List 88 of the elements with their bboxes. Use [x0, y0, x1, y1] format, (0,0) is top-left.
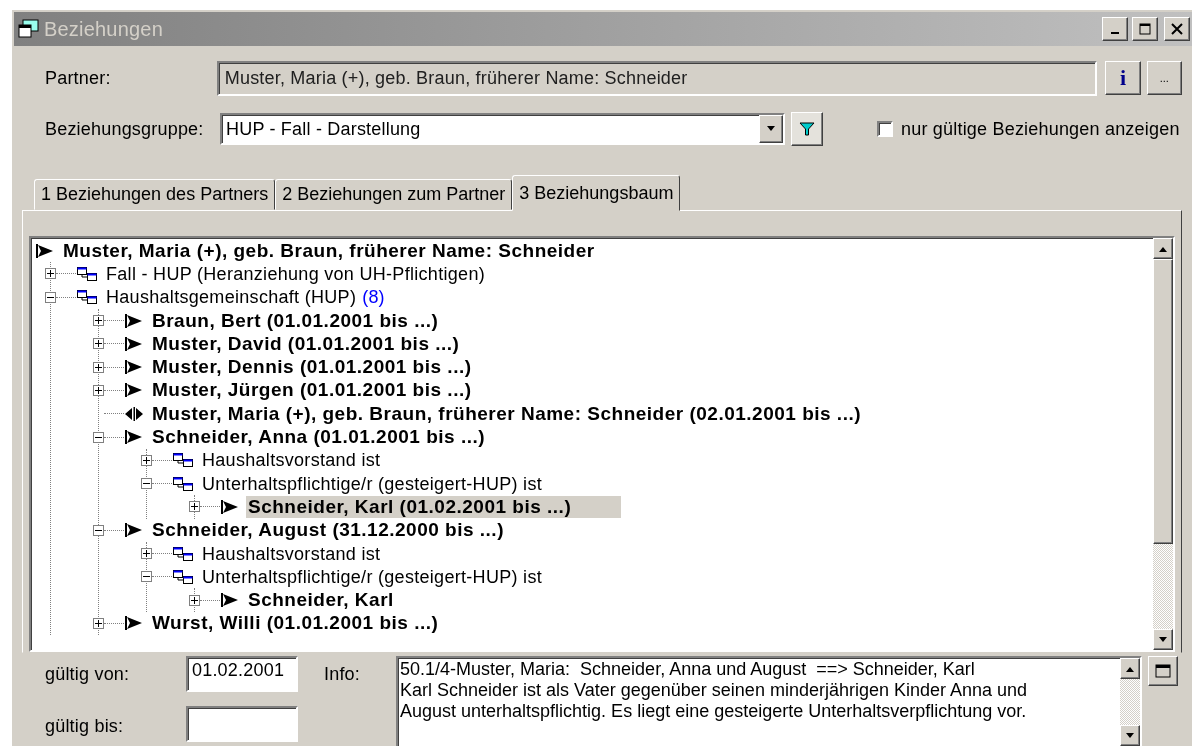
- tab[interactable]: 2 Beziehungen zum Partner: [275, 179, 513, 210]
- dropdown-button[interactable]: [759, 115, 783, 143]
- linked-boxes-icon: [172, 475, 194, 492]
- close-icon: [1171, 23, 1183, 35]
- up-arrow-icon: [1158, 245, 1168, 252]
- tree-item[interactable]: Schneider, Anna (01.01.2001 bis ...): [150, 426, 488, 448]
- maximize-button[interactable]: [1132, 17, 1158, 41]
- expand-toggle[interactable]: [189, 594, 200, 606]
- up-arrow-icon: [1125, 665, 1135, 672]
- valid-to-field[interactable]: [186, 706, 298, 742]
- tree-item[interactable]: Muster, David (01.01.2001 bis ...): [150, 332, 462, 355]
- tree-item[interactable]: Muster, Dennis (01.01.2001 bis ...): [150, 356, 474, 379]
- linked-boxes-icon: [76, 265, 98, 282]
- expand-window-button[interactable]: [1148, 656, 1178, 686]
- tree-item[interactable]: Unterhaltspflichtige/r (gesteigert-HUP) ist: [200, 472, 544, 495]
- linked-boxes-icon: [172, 568, 194, 585]
- tree-item[interactable]: Muster, Maria (+), geb. Braun, früherer Name: Schneider (02.01.2001 bis ...): [150, 402, 864, 425]
- scrollbar[interactable]: [1153, 238, 1173, 650]
- tab[interactable]: 1 Beziehungen des Partners: [34, 179, 276, 210]
- expand-toggle[interactable]: [93, 384, 104, 396]
- minimize-button[interactable]: [1102, 17, 1128, 41]
- checkbox-label: nur gültige Beziehungen anzeigen: [901, 118, 1180, 140]
- checkbox[interactable]: [877, 121, 893, 137]
- flag-icon: [124, 382, 144, 399]
- down-arrow-icon: [766, 126, 776, 132]
- down-arrow-icon: [1158, 636, 1168, 643]
- tree-item[interactable]: Haushaltsgemeinschaft (HUP): [104, 286, 359, 309]
- collapse-toggle[interactable]: [93, 431, 104, 443]
- expand-toggle[interactable]: [93, 361, 104, 373]
- tree-item[interactable]: Haushaltsvorstand ist: [200, 542, 383, 565]
- info-label: Info:: [323, 663, 362, 685]
- flag-icon: [124, 359, 144, 376]
- partner-field: Muster, Maria (+), geb. Braun, früherer Name: Schneider: [216, 60, 1098, 96]
- tree-item[interactable]: Schneider, Karl: [246, 589, 396, 612]
- collapse-toggle[interactable]: [45, 291, 56, 303]
- flag-icon: [35, 242, 55, 259]
- valid-from-field[interactable]: 01.02.2001: [186, 656, 298, 692]
- window-title: Beziehungen: [44, 17, 164, 41]
- minimize-icon: [1111, 32, 1119, 34]
- filter-icon: [799, 121, 815, 137]
- flag-icon: [124, 522, 144, 539]
- flag-icon: [124, 429, 144, 445]
- item-count: (8): [362, 286, 385, 308]
- close-button[interactable]: [1164, 17, 1190, 41]
- linked-boxes-icon: [76, 289, 98, 306]
- tree-item[interactable]: Muster, Jürgen (01.01.2001 bis ...): [150, 379, 474, 402]
- flag-icon: [124, 335, 144, 352]
- expand-toggle[interactable]: [189, 501, 200, 513]
- collapse-toggle[interactable]: [141, 478, 152, 490]
- info-button[interactable]: i: [1105, 61, 1141, 95]
- window-app-icon: [18, 19, 40, 39]
- tree-item[interactable]: Unterhaltspflichtige/r (gesteigert-HUP) ist: [200, 565, 544, 588]
- window-icon: [1155, 664, 1171, 678]
- tab[interactable]: 3 Beziehungsbaum: [512, 175, 681, 211]
- partner-label: Partner:: [44, 67, 112, 89]
- scrollbar[interactable]: [1120, 658, 1140, 746]
- tree-item[interactable]: Wurst, Willi (01.01.2001 bis ...): [150, 612, 441, 635]
- flag-icon: [124, 615, 144, 632]
- collapse-toggle[interactable]: [141, 571, 152, 583]
- flag-icon: [220, 498, 240, 515]
- expand-toggle[interactable]: [45, 268, 56, 280]
- expand-toggle[interactable]: [93, 315, 104, 327]
- expand-toggle[interactable]: [93, 338, 104, 350]
- tree-item[interactable]: Muster, Maria (+), geb. Braun, früherer Name: Schneider: [61, 239, 597, 262]
- group-dropdown[interactable]: HUP - Fall - Darstellung: [220, 113, 785, 145]
- filter-button[interactable]: [791, 112, 823, 146]
- down-arrow-icon: [1125, 732, 1135, 739]
- scrollbar-thumb[interactable]: [1153, 259, 1173, 544]
- linked-boxes-icon: [172, 452, 194, 469]
- flag-icon: [220, 592, 240, 609]
- valid-from-label: gültig von:: [44, 663, 131, 685]
- tree-item[interactable]: Schneider, August (31.12.2000 bis ...): [150, 519, 506, 542]
- maximize-icon: [1139, 23, 1151, 35]
- expand-toggle[interactable]: [93, 617, 104, 629]
- tree-item[interactable]: Schneider, Karl (01.02.2001 bis ...): [246, 495, 622, 518]
- collapse-toggle[interactable]: [93, 524, 104, 536]
- expand-toggle[interactable]: [141, 454, 152, 466]
- expand-toggle[interactable]: [141, 548, 152, 559]
- valid-to-label: gültig bis:: [44, 715, 125, 737]
- group-label: Beziehungsgruppe:: [44, 118, 205, 140]
- more-button[interactable]: ...: [1146, 61, 1182, 95]
- tree-item[interactable]: Braun, Bert (01.01.2001 bis ...): [150, 309, 441, 332]
- tree-item[interactable]: Fall - HUP (Heranziehung von UH-Pflichtigen): [104, 262, 487, 285]
- info-field[interactable]: 50.1/4-Muster, Maria: Schneider, Anna und August ==> Schneider, Karl Karl Schneider ist als Vater gegenüber seinen minderjährigen Kinder Anna und August unterhaltspflichtig. Es liegt eine gesteigerte Unterhaltsverpflichtung vor.: [396, 656, 1142, 746]
- flag-icon: [124, 312, 144, 329]
- linked-boxes-icon: [172, 545, 194, 562]
- tree-item[interactable]: Haushaltsvorstand ist: [200, 449, 383, 472]
- double-arrow-icon: [124, 405, 144, 422]
